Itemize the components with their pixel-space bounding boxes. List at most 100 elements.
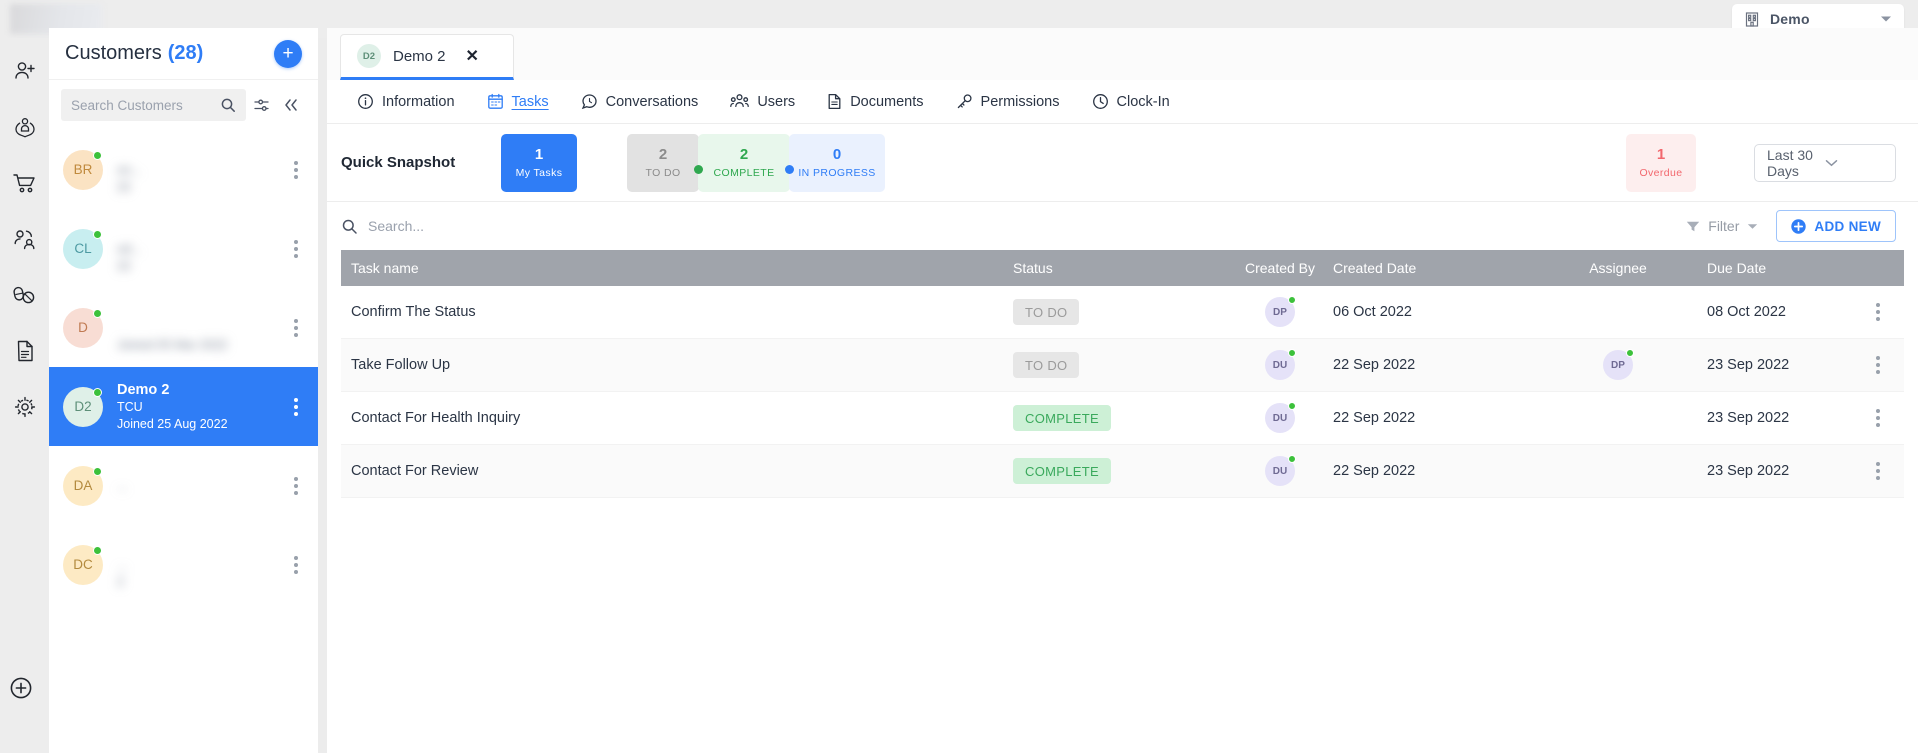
customer-details: on... 22 <box>117 144 286 196</box>
online-status-dot <box>93 466 102 476</box>
task-status-cell: TO DO <box>1013 352 1227 378</box>
rail-item-settings[interactable] <box>8 390 42 424</box>
snapshot-complete-caption: COMPLETE <box>713 166 775 179</box>
table-toolbar: Search... Filter ADD NEW <box>327 202 1918 250</box>
created-date-cell: 22 Sep 2022 <box>1333 410 1416 426</box>
row-menu-icon[interactable] <box>1868 303 1888 321</box>
page-title: Customers <box>65 42 162 64</box>
section-tabs: Information Tasks Conversations Users Docume… <box>327 80 1918 124</box>
customer-list-item[interactable]: BR on... 22 <box>49 130 318 209</box>
filter-label: Filter <box>1708 218 1740 234</box>
rail-item-medication[interactable] <box>8 278 42 312</box>
task-search-input[interactable]: Search... <box>341 218 424 235</box>
rail-item-orders[interactable] <box>8 166 42 200</box>
table-row[interactable]: Contact For Review COMPLETE DU 22 Sep 2022 2… <box>341 445 1904 498</box>
customer-row-menu[interactable] <box>286 476 306 495</box>
due-date-cell: 08 Oct 2022 <box>1707 304 1786 320</box>
search-customers-placeholder: Search Customers <box>71 97 183 113</box>
row-menu-icon[interactable] <box>1868 409 1888 427</box>
customers-filter-button[interactable] <box>246 90 276 120</box>
tab-permissions[interactable]: Permissions <box>940 80 1076 124</box>
row-actions[interactable] <box>1867 409 1904 427</box>
search-customers-input[interactable]: Search Customers <box>61 89 246 121</box>
tab-documents[interactable]: Documents <box>811 80 939 124</box>
rail-item-add-user[interactable] <box>8 54 42 88</box>
key-icon <box>956 93 973 110</box>
table-row[interactable]: Confirm The Status TO DO DP 06 Oct 2022 08 O… <box>341 286 1904 339</box>
status-badge: COMPLETE <box>1013 405 1111 431</box>
customer-list-item[interactable]: CL od... 22 <box>49 209 318 288</box>
add-customer-button[interactable]: + <box>274 39 302 68</box>
tab-clock-in[interactable]: Clock-In <box>1076 80 1186 124</box>
customer-row-menu[interactable] <box>286 555 306 574</box>
avatar: BR <box>63 149 103 190</box>
date-range-select[interactable]: Last 30 Days <box>1754 143 1896 182</box>
customer-details: ... 2 <box>117 539 286 591</box>
tab-conversations[interactable]: Conversations <box>565 80 715 124</box>
created-by-cell: DP <box>1227 296 1333 327</box>
rail-item-users[interactable] <box>8 222 42 256</box>
rail-item-documents[interactable] <box>8 334 42 368</box>
customers-panel: Customers (28) + Search Customers BR on.… <box>49 28 318 753</box>
customer-details: od... 22 <box>117 223 286 275</box>
document-tab-demo2[interactable]: D2 Demo 2 ✕ <box>340 34 514 80</box>
customer-row-menu[interactable] <box>286 239 306 258</box>
rail-item-add[interactable] <box>8 675 34 701</box>
avatar-initials: CL <box>74 241 92 256</box>
tab-tasks[interactable]: Tasks <box>471 80 565 124</box>
row-menu-icon[interactable] <box>1868 356 1888 374</box>
customer-list-item[interactable]: DA ... <box>49 446 318 525</box>
table-row[interactable]: Contact For Health Inquiry COMPLETE DU 22 S… <box>341 392 1904 445</box>
close-icon[interactable]: ✕ <box>466 46 479 66</box>
snapshot-todo[interactable]: 2 TO DO <box>627 133 699 192</box>
snapshot-in-progress-caption: IN PROGRESS <box>798 166 876 179</box>
row-actions[interactable] <box>1867 462 1904 480</box>
chevron-down-icon <box>1880 15 1892 23</box>
document-tabstrip: D2 Demo 2 ✕ <box>327 28 1918 80</box>
customer-subtitle: od... <box>117 241 142 256</box>
add-new-button[interactable]: ADD NEW <box>1776 210 1896 242</box>
avatar-initials: D <box>78 320 88 335</box>
rail-item-care[interactable] <box>8 110 42 144</box>
tab-users[interactable]: Users <box>714 80 811 124</box>
online-status-dot <box>1626 349 1634 357</box>
customer-list-item[interactable]: D Joined 05 Mar 2022 <box>49 288 318 367</box>
task-name-cell: Contact For Health Inquiry <box>351 410 521 426</box>
tab-label: Conversations <box>605 93 699 110</box>
created-date-cell: 22 Sep 2022 <box>1333 357 1416 373</box>
snapshot-overdue[interactable]: 1 Overdue <box>1626 133 1696 192</box>
customer-row-menu[interactable] <box>286 160 306 179</box>
customer-list-item[interactable]: DC ... 2 <box>49 525 318 604</box>
row-actions[interactable] <box>1867 303 1904 321</box>
snapshot-complete[interactable]: 2 COMPLETE <box>698 133 790 192</box>
column-header: Status <box>1013 260 1053 276</box>
customers-search-row: Search Customers <box>49 80 318 130</box>
date-range-value: Last 30 Days <box>1767 146 1813 179</box>
created-date-cell: 06 Oct 2022 <box>1333 304 1412 320</box>
created-by-cell: DU <box>1227 455 1333 486</box>
row-menu-icon[interactable] <box>1868 462 1888 480</box>
task-name-cell: Contact For Review <box>351 463 479 479</box>
online-status-dot <box>93 387 102 397</box>
filter-button[interactable]: Filter <box>1686 218 1758 234</box>
avatar-initials: D2 <box>74 399 92 414</box>
snapshot-status-group: 2 TO DO 2 COMPLETE 0 IN PROGRESS <box>627 133 885 192</box>
task-name-cell: Take Follow Up <box>351 357 451 373</box>
table-row[interactable]: Take Follow Up TO DO DU 22 Sep 2022 DP 23 Sep… <box>341 339 1904 392</box>
snapshot-in-progress[interactable]: 0 IN PROGRESS <box>789 133 885 192</box>
snapshot-my-tasks[interactable]: 1 My Tasks <box>501 133 577 192</box>
quick-snapshot: Quick Snapshot 1 My Tasks 2 TO DO 2 COMP… <box>327 124 1918 202</box>
row-actions[interactable] <box>1867 356 1904 374</box>
customer-list-item[interactable]: D2 Demo 2 TCU Joined 25 Aug 2022 <box>49 367 318 446</box>
avatar-initials: DP <box>1273 306 1287 318</box>
online-status-dot <box>93 308 102 318</box>
customer-subtitle: TCU <box>117 399 143 414</box>
customer-subtitle: ... <box>117 478 128 493</box>
tab-information[interactable]: Information <box>341 80 471 124</box>
collapse-panel-button[interactable] <box>276 90 306 120</box>
customer-row-menu[interactable] <box>286 397 306 416</box>
customer-row-menu[interactable] <box>286 318 306 337</box>
avatar: DA <box>63 465 103 506</box>
tab-label: Clock-In <box>1116 93 1170 110</box>
customer-details: ... <box>117 460 286 512</box>
